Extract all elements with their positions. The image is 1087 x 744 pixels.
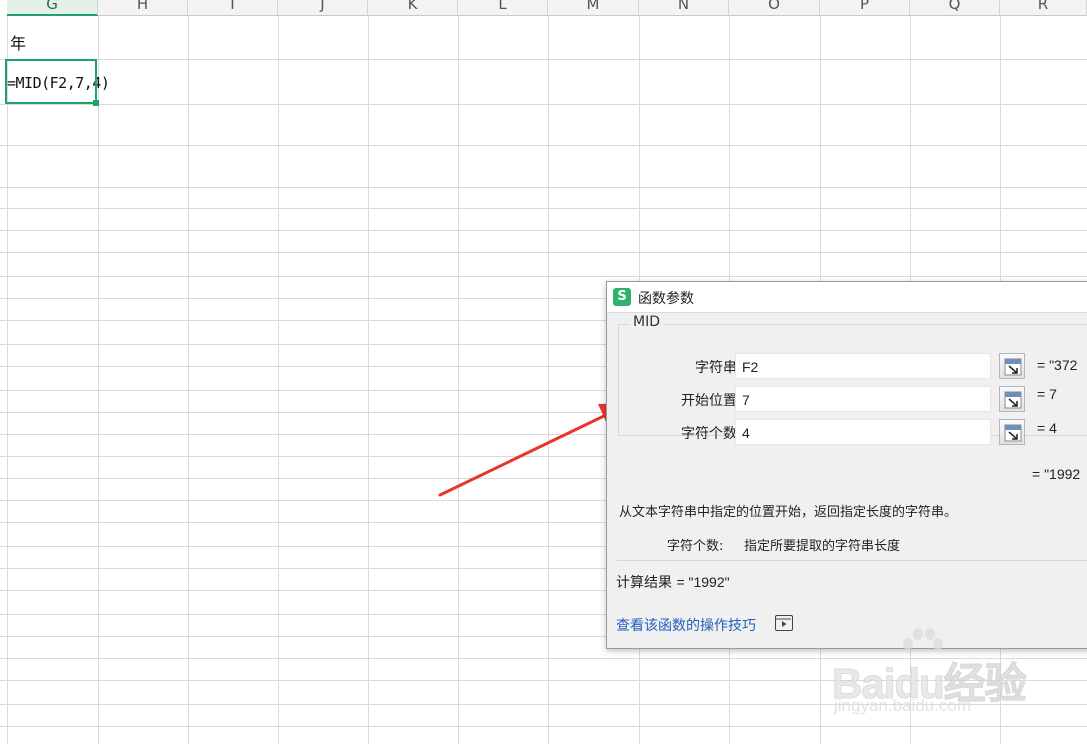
arg-result: = "372 [1037,357,1078,373]
divider [617,560,1087,561]
arg-description-label: 字符个数: [667,539,724,554]
grid-row-line [0,230,1087,231]
cell-g2[interactable]: 年 [10,30,26,54]
arg-row-text: 字符串 F2 = "372 [619,353,1087,379]
column-header-j[interactable]: J [278,0,368,16]
grid-row-line [0,208,1087,209]
wps-app-icon: S [613,288,631,306]
arg-row-start: 开始位置 7 = 7 [619,386,1087,412]
arg-label: 字符个数 [681,426,737,442]
arg-description-text: 指定所要提取的字符串长度 [744,539,901,554]
arg-input-text[interactable]: F2 [735,353,991,379]
function-description: 从文本字符串中指定的位置开始，返回指定长度的字符串。 [619,505,958,520]
collapse-dialog-icon [1004,358,1022,376]
function-tips-link[interactable]: 查看该函数的操作技巧 [616,615,756,635]
range-select-button[interactable] [999,353,1025,379]
grid-column-line [188,16,189,744]
grid-column-line [98,16,99,744]
calc-result-row: 计算结果 = "1992" [616,572,730,592]
column-header-p[interactable]: P [820,0,910,16]
grid-row-line [0,59,1087,60]
column-header-o[interactable]: O [729,0,820,16]
grid-column-line [7,16,8,744]
grid-row-line [0,726,1087,727]
arg-result: = 4 [1037,420,1057,436]
range-select-button[interactable] [999,386,1025,412]
column-header-n[interactable]: N [639,0,729,16]
grid-row-line [0,252,1087,253]
column-header-l[interactable]: L [458,0,548,16]
column-header-m[interactable]: M [548,0,639,16]
arg-input-count[interactable]: 4 [735,419,991,445]
calc-result-label: 计算结果 [616,574,672,590]
function-args-group: MID 字符串 F2 = "372 开始位置 7 = 7 字符个数 4 = 4 [618,314,1087,445]
arg-input-start[interactable]: 7 [735,386,991,412]
arg-result: = 7 [1037,386,1057,402]
arg-row-count: 字符个数 4 = 4 [619,419,1087,445]
selected-cell-outline [5,59,97,104]
grid-row-line [0,187,1087,188]
column-header-r[interactable]: R [1000,0,1087,16]
grid-row-line [0,145,1087,146]
column-header-i[interactable]: I [188,0,278,16]
calc-result-value: = "1992" [676,574,730,590]
function-arguments-dialog[interactable]: S 函数参数 MID 字符串 F2 = "372 开始位置 7 = 7 字符个数… [606,281,1087,649]
fill-handle[interactable] [93,100,99,106]
column-header-q[interactable]: Q [910,0,1000,16]
baidu-jingyan-watermark: Baidu经验 jingyan.baidu.com [832,626,1032,726]
grid-column-line [278,16,279,744]
function-name: MID [629,314,664,330]
range-select-button[interactable] [999,419,1025,445]
dialog-title: 函数参数 [638,291,694,307]
video-play-icon[interactable] [775,615,793,631]
collapse-dialog-icon [1004,391,1022,409]
grid-column-line [548,16,549,744]
column-header-h[interactable]: H [98,0,188,16]
formula-result-preview: = "1992 [1032,466,1081,482]
play-icon [776,618,791,627]
grid-row-line [0,104,1087,105]
arg-label: 字符串 [695,360,737,376]
dialog-titlebar[interactable]: S 函数参数 [607,282,1087,313]
arg-label: 开始位置 [681,393,737,409]
collapse-dialog-icon [1004,424,1022,442]
watermark-url: jingyan.baidu.com [834,696,972,715]
column-header-g[interactable]: G [7,0,98,16]
grid-column-line [368,16,369,744]
grid-row-line [0,276,1087,277]
grid-column-line [458,16,459,744]
column-header-k[interactable]: K [368,0,458,16]
